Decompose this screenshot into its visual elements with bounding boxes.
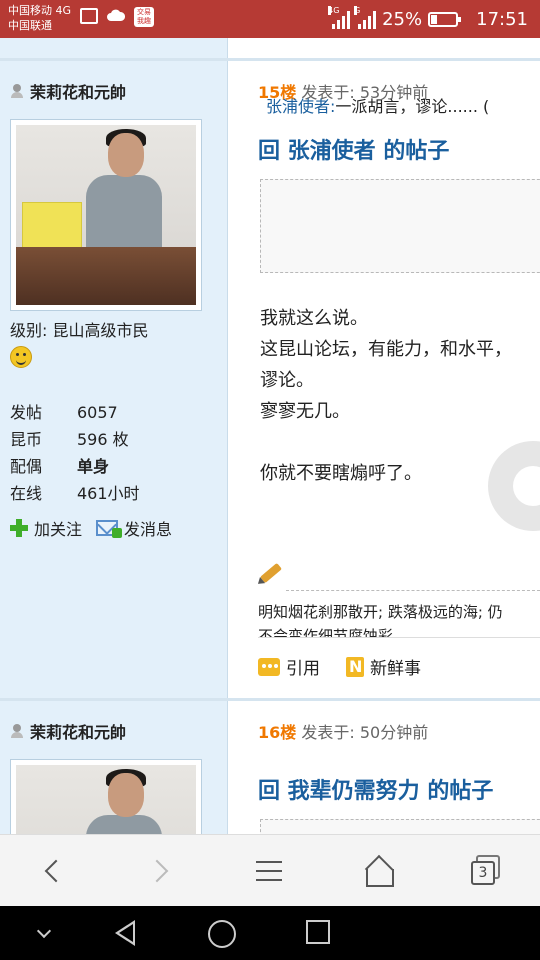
- user-actions: 加关注 发消息: [10, 516, 172, 540]
- carrier-1: 中国移动 4G: [8, 4, 72, 17]
- system-navigation-bar: [0, 906, 540, 960]
- divider: [258, 637, 540, 638]
- signal-4g-icon: 4G: [328, 6, 351, 29]
- reply-title[interactable]: 回 我辈仍需努力 的帖子: [258, 773, 493, 805]
- send-message-button[interactable]: 发消息: [96, 516, 172, 540]
- signature-line: 不会变作细节腐蚀彩: [258, 627, 394, 638]
- stat-key: 在线: [10, 484, 43, 503]
- hide-nav-icon[interactable]: [32, 920, 58, 946]
- post-floor-15: 茉莉花和元帥 级别: 昆山高级市民 发帖 6057 昆币 596 枚 配偶 单身: [0, 58, 540, 698]
- quote-button[interactable]: 引用: [258, 654, 320, 679]
- home-icon[interactable]: [360, 853, 396, 889]
- user-icon: [10, 724, 24, 738]
- status-right: 4G G 25% 17:51: [328, 0, 528, 38]
- floor-number: 16楼: [258, 723, 297, 742]
- quote-box: [260, 179, 540, 273]
- level-label: 级别:: [10, 321, 48, 340]
- news-icon: [346, 656, 364, 677]
- forward-icon[interactable]: [143, 853, 179, 889]
- user-stats: 发帖 6057 昆币 596 枚 配偶 单身 在线 461小时: [10, 399, 140, 507]
- avatar[interactable]: [10, 759, 202, 834]
- smiley-icon: [10, 346, 32, 368]
- quote-icon: [258, 657, 280, 676]
- network-g-label: G: [354, 6, 361, 15]
- body-line: 寥寥无几。: [260, 401, 350, 422]
- plus-icon: [10, 519, 28, 537]
- body-line: 我就这么说。: [260, 308, 368, 329]
- pencil-icon: [260, 562, 282, 584]
- clock: 17:51: [476, 8, 528, 30]
- stat-row: 发帖 6057: [10, 399, 140, 426]
- author-sidebar: 茉莉花和元帥: [0, 701, 228, 834]
- post-actions: 引用 新鲜事: [258, 654, 421, 679]
- stat-key: 发帖: [10, 403, 43, 422]
- previous-post-end: [0, 38, 540, 58]
- mail-icon: [96, 520, 123, 538]
- author-sidebar: 茉莉花和元帥 级别: 昆山高级市民 发帖 6057 昆币 596 枚 配偶 单身: [0, 61, 228, 698]
- quote-box: [260, 819, 540, 834]
- quote-content: 张浦使者:一派胡言，谬论...... (: [266, 93, 489, 117]
- browser-toolbar: 3: [0, 834, 540, 906]
- body-line: [260, 427, 512, 458]
- stat-value: 6057: [77, 403, 118, 422]
- news-label: 新鲜事: [370, 659, 421, 679]
- news-button[interactable]: 新鲜事: [346, 654, 421, 679]
- system-home-icon[interactable]: [208, 920, 236, 948]
- stat-key: 配偶: [10, 457, 43, 476]
- author-name-label: 茉莉花和元帥: [30, 83, 127, 102]
- body-line: 这昆山论坛，有能力，和水平，: [260, 339, 512, 360]
- menu-icon[interactable]: [252, 853, 288, 889]
- reply-title[interactable]: 回 张浦使者 的帖子: [258, 133, 449, 165]
- app-notification-icon: 交易 我趣: [134, 7, 154, 27]
- post-time: 发表于: 50分钟前: [301, 723, 429, 742]
- message-label: 发消息: [124, 520, 173, 539]
- tab-count: 3: [471, 861, 495, 885]
- author-name-label: 茉莉花和元帥: [30, 723, 127, 742]
- stat-value: 461小时: [77, 484, 140, 503]
- body-line: 谬论。: [260, 370, 314, 391]
- stat-row: 配偶 单身: [10, 453, 140, 480]
- author-name[interactable]: 茉莉花和元帥: [10, 79, 126, 103]
- stat-key: 昆币: [10, 430, 43, 449]
- recent-apps-icon[interactable]: [306, 920, 330, 944]
- tabs-icon[interactable]: 3: [468, 853, 504, 889]
- quote-author[interactable]: 张浦使者:: [266, 97, 335, 116]
- stat-row: 在线 461小时: [10, 480, 140, 507]
- back-icon[interactable]: [36, 853, 72, 889]
- carrier-2: 中国联通: [8, 19, 52, 32]
- page-content: 茉莉花和元帥 级别: 昆山高级市民 发帖 6057 昆币 596 枚 配偶 单身: [0, 38, 540, 834]
- signature-line: 明知烟花刹那散开; 跌落极远的海; 仍: [258, 603, 503, 621]
- follow-button[interactable]: 加关注: [10, 516, 82, 540]
- status-bar: 中国移动 4G 中国联通 交易 我趣 4G G 25% 17:51: [0, 0, 540, 38]
- post-main: 15楼 发表于: 53分钟前 回 张浦使者 的帖子 张浦使者:一派胡言，谬论..…: [228, 61, 540, 698]
- quote-text: 一派胡言，谬论...... (: [335, 97, 490, 116]
- level-value: 昆山高级市民: [52, 321, 149, 340]
- follow-label: 加关注: [34, 520, 83, 539]
- carrier-info: 中国移动 4G 中国联通: [8, 3, 71, 33]
- network-4g-label: 4G: [328, 6, 340, 15]
- post-floor-16: 茉莉花和元帥 16楼 发表于: 50分钟前 回 我辈仍需努力 的帖子: [0, 698, 540, 834]
- stat-value: 596 枚: [77, 430, 129, 449]
- signal-g-icon: G: [354, 6, 377, 29]
- post-main: 16楼 发表于: 50分钟前 回 我辈仍需努力 的帖子: [228, 701, 540, 834]
- user-level: 级别: 昆山高级市民: [10, 319, 149, 343]
- avatar[interactable]: [10, 119, 202, 311]
- gallery-icon: [80, 8, 98, 24]
- author-name[interactable]: 茉莉花和元帥: [10, 719, 126, 743]
- body-line: 你就不要瞎煽呼了。: [260, 463, 422, 484]
- user-signature: 明知烟花刹那散开; 跌落极远的海; 仍 不会变作细节腐蚀彩: [258, 600, 540, 638]
- post-meta: 16楼 发表于: 50分钟前: [258, 719, 428, 743]
- stat-value: 单身: [77, 457, 110, 476]
- battery-percent: 25%: [382, 8, 423, 30]
- quote-label: 引用: [286, 659, 320, 679]
- cloud-icon: [107, 9, 125, 21]
- stat-row: 昆币 596 枚: [10, 426, 140, 453]
- battery-icon: [428, 11, 462, 27]
- signature-divider: [286, 590, 540, 591]
- post-body: 我就这么说。 这昆山论坛，有能力，和水平， 谬论。 寥寥无几。 你就不要瞎煽呼了…: [260, 303, 512, 489]
- user-icon: [10, 84, 24, 98]
- system-back-icon[interactable]: [112, 920, 138, 946]
